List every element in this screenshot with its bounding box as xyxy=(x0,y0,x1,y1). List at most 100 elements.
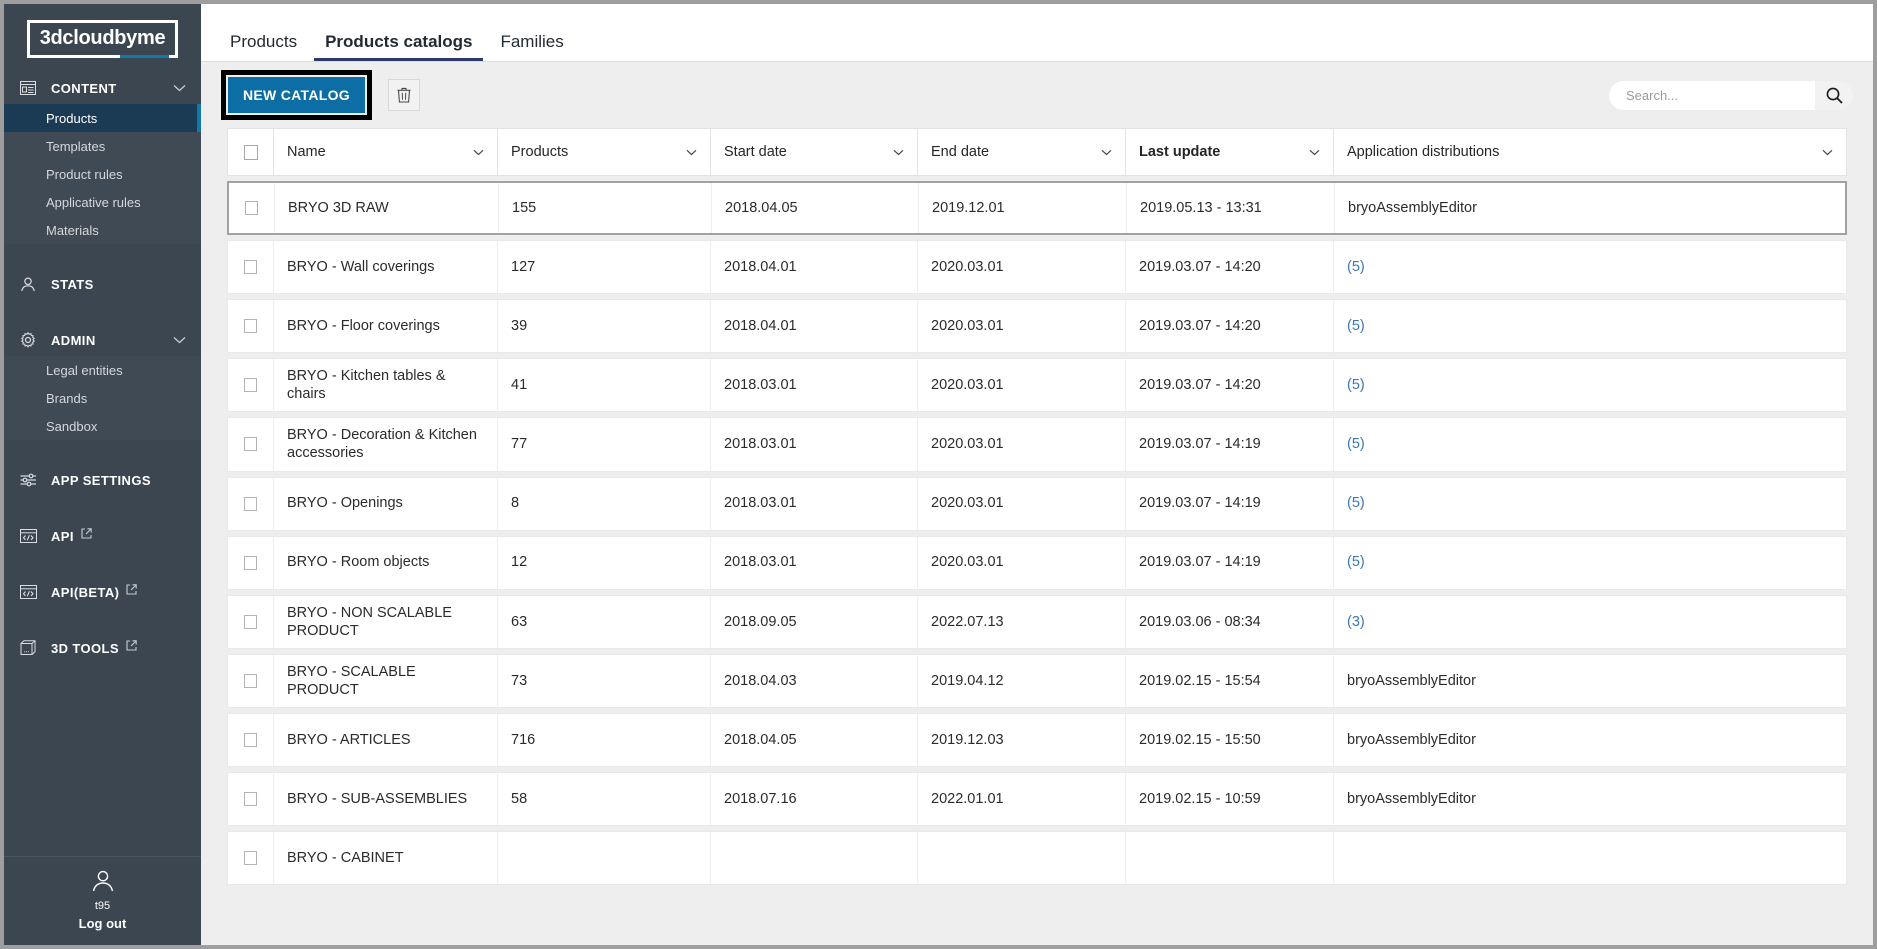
sidebar-item-legal-entities[interactable]: Legal entities xyxy=(4,356,201,384)
logout-button[interactable]: Log out xyxy=(4,916,201,931)
sidebar-item-stats[interactable]: STATS xyxy=(4,268,201,300)
cell-checkbox[interactable] xyxy=(228,773,274,825)
cell-checkbox[interactable] xyxy=(228,241,274,293)
cell-checkbox[interactable] xyxy=(228,714,274,766)
cell-name: BRYO - Kitchen tables & chairs xyxy=(274,359,498,412)
chevron-down-icon[interactable] xyxy=(1309,149,1320,156)
table-row[interactable]: BRYO 3D RAW 155 2018.04.05 2019.12.01 2019.0… xyxy=(227,181,1847,235)
cell-products: 73 xyxy=(498,654,711,707)
chevron-down-icon[interactable] xyxy=(893,149,904,156)
cell-checkbox[interactable] xyxy=(228,654,274,707)
tab-families[interactable]: Families xyxy=(489,32,574,61)
application-distributions-link[interactable]: (5) xyxy=(1347,258,1365,276)
column-label: Products xyxy=(511,144,569,160)
cell-end-date xyxy=(918,832,1126,884)
tab-products-catalogs[interactable]: Products catalogs xyxy=(314,32,484,61)
table-row[interactable]: BRYO - Openings 8 2018.03.01 2020.03.01 2019… xyxy=(227,476,1847,531)
table-header-last-update[interactable]: Last update xyxy=(1126,129,1334,175)
table-row[interactable]: BRYO - Decoration & Kitchen accessories 7… xyxy=(227,417,1847,472)
table-row[interactable]: BRYO - CABINET xyxy=(227,831,1847,885)
table-header-name[interactable]: Name xyxy=(274,129,498,175)
sidebar-item-applicative-rules[interactable]: Applicative rules xyxy=(4,188,201,216)
table-header-products[interactable]: Products xyxy=(498,129,711,175)
sidebar-item-api-beta[interactable]: API(BETA) xyxy=(4,576,201,608)
table-header-select-all[interactable] xyxy=(228,129,274,175)
cell-last-update: 2019.03.07 - 14:19 xyxy=(1126,536,1334,589)
search-button[interactable] xyxy=(1815,80,1853,110)
application-distributions-link[interactable]: (5) xyxy=(1347,376,1365,394)
delete-button[interactable] xyxy=(388,79,420,111)
search-input[interactable] xyxy=(1609,80,1815,110)
sidebar-item-label: Templates xyxy=(46,138,106,154)
content-icon xyxy=(20,81,40,95)
cell-end-date: 2020.03.01 xyxy=(918,300,1126,352)
table-row[interactable]: BRYO - Kitchen tables & chairs 41 2018.03.… xyxy=(227,358,1847,413)
cell-application-distributions: (5) xyxy=(1334,418,1846,470)
cell-last-update: 2019.03.06 - 08:34 xyxy=(1126,595,1334,648)
cell-checkbox[interactable] xyxy=(228,359,274,412)
table-header-application-distributions[interactable]: Application distributions xyxy=(1334,129,1846,175)
sidebar-item-product-rules[interactable]: Product rules xyxy=(4,160,201,188)
row-checkbox[interactable] xyxy=(244,437,257,452)
cell-checkbox[interactable] xyxy=(228,832,274,884)
cell-checkbox[interactable] xyxy=(228,477,274,530)
sidebar-item-templates[interactable]: Templates xyxy=(4,132,201,160)
row-checkbox[interactable] xyxy=(244,673,257,688)
tab-products[interactable]: Products xyxy=(219,32,308,61)
table-header-start-date[interactable]: Start date xyxy=(711,129,918,175)
brand-logo[interactable]: 3dcloudbyme xyxy=(4,4,201,72)
row-checkbox[interactable] xyxy=(244,851,257,865)
cell-last-update: 2019.03.07 - 14:20 xyxy=(1126,359,1334,412)
application-distributions-link[interactable]: (5) xyxy=(1347,553,1365,571)
row-checkbox[interactable] xyxy=(244,319,257,333)
chevron-down-icon[interactable] xyxy=(686,149,697,156)
cell-checkbox[interactable] xyxy=(228,595,274,648)
row-checkbox[interactable] xyxy=(245,201,258,215)
sidebar-item-label: API(BETA) xyxy=(51,584,120,600)
application-distributions-link[interactable]: (3) xyxy=(1347,613,1365,631)
sidebar-item-admin[interactable]: ADMIN xyxy=(4,324,201,356)
table-row[interactable]: BRYO - ARTICLES 716 2018.04.05 2019.12.03 20… xyxy=(227,713,1847,767)
table-row[interactable]: BRYO - NON SCALABLE PRODUCT 63 2018.09.05 2… xyxy=(227,594,1847,649)
chevron-down-icon[interactable] xyxy=(171,336,187,344)
cell-checkbox[interactable] xyxy=(228,300,274,352)
table-row[interactable]: BRYO - Room objects 12 2018.03.01 2020.03.0… xyxy=(227,535,1847,590)
cell-end-date: 2020.03.01 xyxy=(918,536,1126,589)
row-checkbox[interactable] xyxy=(244,792,257,806)
select-all-checkbox[interactable] xyxy=(243,144,258,160)
sidebar-item-products[interactable]: Products xyxy=(4,104,201,132)
cell-application-distributions: (5) xyxy=(1334,359,1846,411)
application-distributions-link[interactable]: (5) xyxy=(1347,494,1365,512)
row-checkbox[interactable] xyxy=(244,378,257,393)
row-checkbox[interactable] xyxy=(244,555,257,570)
sidebar-item-api[interactable]: API xyxy=(4,520,201,552)
sidebar-item-brands[interactable]: Brands xyxy=(4,384,201,412)
sidebar-item-app-settings[interactable]: APP SETTINGS xyxy=(4,464,201,496)
chevron-down-icon[interactable] xyxy=(1101,149,1112,156)
row-checkbox[interactable] xyxy=(244,614,257,629)
table-row[interactable]: BRYO - Floor coverings 39 2018.04.01 2020.0… xyxy=(227,299,1847,353)
row-checkbox[interactable] xyxy=(244,733,257,747)
cell-name: BRYO - Decoration & Kitchen accessories xyxy=(274,418,498,471)
sidebar-item-materials[interactable]: Materials xyxy=(4,216,201,244)
chevron-down-icon[interactable] xyxy=(1822,149,1833,156)
cell-checkbox[interactable] xyxy=(229,183,275,233)
cell-name: BRYO - SUB-ASSEMBLIES xyxy=(274,773,498,825)
table-row[interactable]: BRYO - SUB-ASSEMBLIES 58 2018.07.16 2022.01… xyxy=(227,772,1847,826)
new-catalog-button[interactable]: NEW CATALOG xyxy=(228,77,365,113)
sidebar-item-content[interactable]: CONTENT xyxy=(4,72,201,104)
table-header-end-date[interactable]: End date xyxy=(918,129,1126,175)
row-checkbox[interactable] xyxy=(244,260,257,274)
application-distributions-link[interactable]: (5) xyxy=(1347,317,1365,335)
chevron-down-icon[interactable] xyxy=(473,149,484,156)
cell-checkbox[interactable] xyxy=(228,418,274,471)
sidebar-item-sandbox[interactable]: Sandbox xyxy=(4,412,201,440)
row-checkbox[interactable] xyxy=(244,496,257,511)
cell-checkbox[interactable] xyxy=(228,536,274,589)
chevron-down-icon[interactable] xyxy=(171,84,187,92)
table-row[interactable]: BRYO - SCALABLE PRODUCT 73 2018.04.03 2019.… xyxy=(227,653,1847,708)
application-distributions-link[interactable]: (5) xyxy=(1347,435,1365,453)
table-row[interactable]: BRYO - Wall coverings 127 2018.04.01 2020.0… xyxy=(227,240,1847,294)
external-link-icon xyxy=(126,584,138,595)
sidebar-item-3d-tools[interactable]: 3D TOOLS xyxy=(4,632,201,664)
